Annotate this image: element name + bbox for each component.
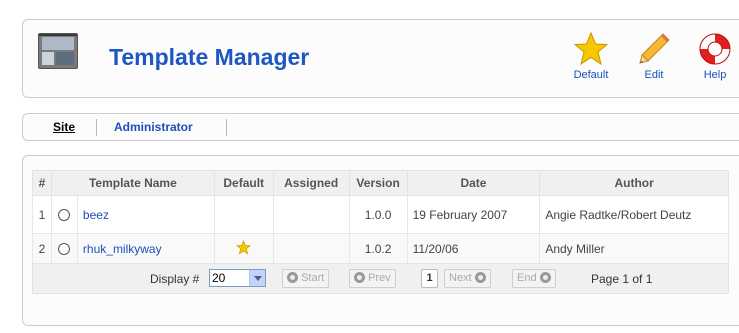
- default-cell: [213, 195, 274, 234]
- start-label: Start: [301, 272, 325, 284]
- prev-icon: [354, 272, 365, 283]
- lifebuoy-icon: [699, 33, 731, 65]
- assigned-cell: [272, 195, 350, 234]
- template-name-link[interactable]: beez: [83, 208, 109, 222]
- template-name-link[interactable]: rhuk_milkyway: [83, 242, 162, 256]
- version-cell: 1.0.2: [348, 233, 408, 264]
- assigned-cell: [272, 233, 350, 264]
- pagination-row: Display # 20 Start Prev 1 Next End Page …: [32, 263, 729, 294]
- toolbar: Template Manager Default Edit Help: [22, 19, 739, 98]
- table-row: 1 beez 1.0.0 19 February 2007 Angie Radt…: [32, 195, 729, 234]
- date-cell: 19 February 2007: [406, 195, 541, 234]
- author-cell: Angie Radtke/Robert Deutz: [539, 195, 729, 234]
- next-icon: [474, 272, 486, 283]
- column-header-number[interactable]: #: [32, 170, 52, 196]
- page-info: Page 1 of 1: [591, 272, 653, 286]
- current-page: 1: [421, 269, 438, 288]
- end-label: End: [517, 272, 537, 284]
- start-icon: [287, 272, 298, 283]
- column-header-date[interactable]: Date: [406, 170, 541, 196]
- edit-button-label: Edit: [644, 69, 664, 81]
- row-select-radio[interactable]: [50, 195, 78, 234]
- template-list-panel: # Template Name Default Assigned Version…: [22, 155, 739, 326]
- row-select-radio[interactable]: [50, 233, 78, 264]
- display-limit-value: 20: [212, 271, 226, 285]
- next-label: Next: [449, 272, 472, 284]
- star-icon: [573, 31, 609, 66]
- page-title: Template Manager: [109, 44, 310, 70]
- chevron-down-icon[interactable]: [249, 270, 265, 286]
- template-manager-icon: [38, 33, 78, 69]
- column-header-template-name[interactable]: Template Name: [50, 170, 215, 196]
- start-button[interactable]: Start: [282, 269, 330, 288]
- default-cell: [213, 233, 274, 264]
- radio-button[interactable]: [58, 243, 71, 256]
- pencil-icon: [639, 33, 670, 64]
- next-button[interactable]: Next: [444, 269, 491, 288]
- submenu-divider: [226, 119, 227, 136]
- submenu-divider: [96, 119, 97, 136]
- row-number: 2: [32, 233, 52, 264]
- help-button[interactable]: Help: [690, 31, 739, 93]
- default-star-icon: [236, 239, 252, 254]
- version-cell: 1.0.0: [348, 195, 408, 234]
- author-cell: Andy Miller: [539, 233, 729, 264]
- default-button[interactable]: Default: [566, 31, 616, 93]
- submenu: Site Administrator: [22, 113, 739, 141]
- edit-button[interactable]: Edit: [629, 31, 679, 93]
- table-header-row: # Template Name Default Assigned Version…: [32, 170, 729, 196]
- end-button[interactable]: End: [512, 269, 556, 288]
- column-header-assigned[interactable]: Assigned: [272, 170, 350, 196]
- help-button-label: Help: [703, 69, 727, 81]
- date-cell: 11/20/06: [406, 233, 541, 264]
- column-header-version[interactable]: Version: [348, 170, 408, 196]
- pagination: Display # 20 Start Prev 1 Next End Page …: [33, 264, 728, 293]
- radio-button[interactable]: [58, 209, 71, 222]
- prev-button[interactable]: Prev: [349, 269, 396, 288]
- table-row: 2 rhuk_milkyway 1.0.2 11/20/06 Andy Mill…: [32, 233, 729, 264]
- display-label: Display #: [150, 272, 200, 286]
- column-header-default[interactable]: Default: [213, 170, 274, 196]
- template-name-cell: beez: [76, 195, 215, 234]
- submenu-site[interactable]: Site: [53, 120, 75, 134]
- end-icon: [539, 272, 551, 283]
- prev-label: Prev: [368, 272, 391, 284]
- column-header-author[interactable]: Author: [539, 170, 729, 196]
- submenu-administrator[interactable]: Administrator: [114, 120, 193, 134]
- default-button-label: Default: [573, 69, 609, 81]
- row-number: 1: [32, 195, 52, 234]
- template-name-cell: rhuk_milkyway: [76, 233, 215, 264]
- display-limit-select[interactable]: 20: [209, 269, 266, 287]
- template-table: # Template Name Default Assigned Version…: [32, 170, 729, 294]
